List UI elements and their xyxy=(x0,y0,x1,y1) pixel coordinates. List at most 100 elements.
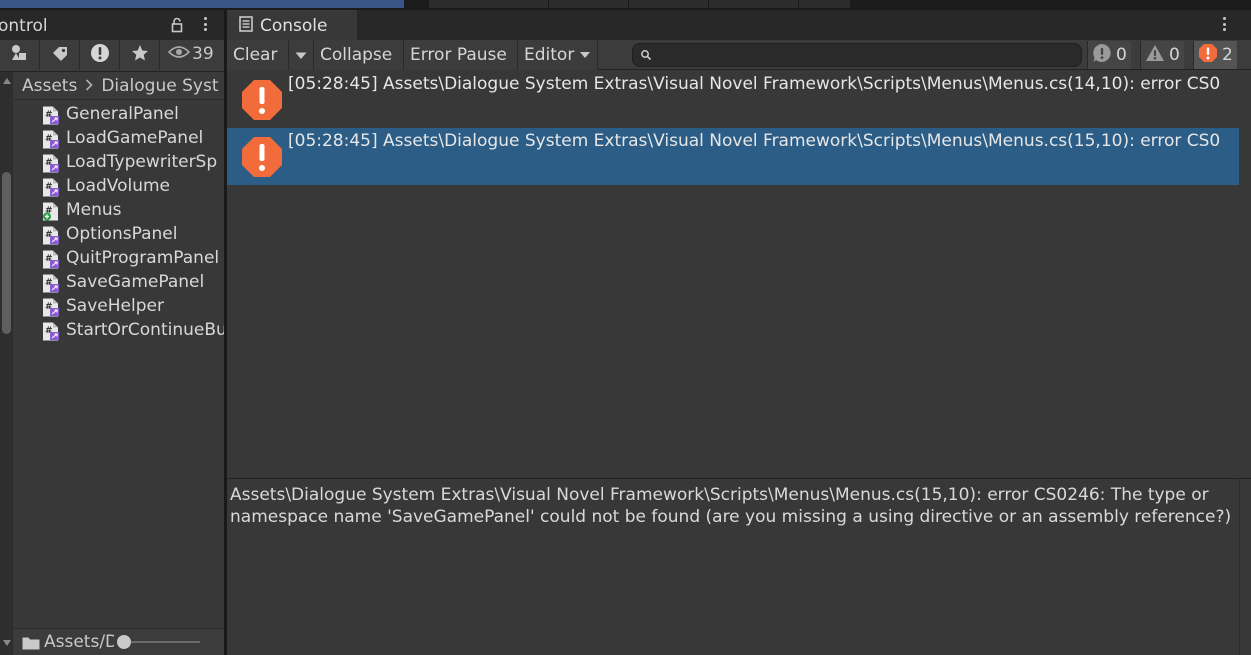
log-detail-text[interactable]: Assets\Dialogue System Extras\Visual Nov… xyxy=(230,484,1240,528)
list-item[interactable]: # GeneralPanel xyxy=(14,103,224,127)
info-count: 0 xyxy=(1116,45,1127,65)
csharp-script-icon: # xyxy=(42,178,60,197)
file-name: GeneralPanel xyxy=(66,104,179,124)
csharp-script-new-icon: # xyxy=(42,202,60,221)
list-item[interactable]: # LoadTypewriterSp xyxy=(14,151,224,175)
csharp-script-icon: # xyxy=(42,106,60,125)
project-tabbar: ontrol xyxy=(0,10,224,40)
csharp-script-icon: # xyxy=(42,154,60,173)
breadcrumb-item[interactable]: Dialogue Syst xyxy=(101,76,218,96)
file-name: Menus xyxy=(66,200,122,220)
error-icon xyxy=(1198,43,1218,68)
file-name: SaveHelper xyxy=(66,296,164,316)
editor-dropdown-label: Editor xyxy=(524,45,575,65)
icon-size-slider-knob[interactable] xyxy=(117,635,131,649)
more-options-icon[interactable] xyxy=(1217,17,1231,33)
list-item[interactable]: # LoadVolume xyxy=(14,175,224,199)
folder-icon xyxy=(22,636,40,650)
scene-tab-highlight xyxy=(0,0,404,8)
asset-file-list: # GeneralPanel # LoadGamePanel # LoadTypewrit… xyxy=(14,103,224,343)
file-name: OptionsPanel xyxy=(66,224,178,244)
project-tab-title[interactable]: ontrol xyxy=(0,16,48,36)
log-entry-text: [05:28:45] Assets\Dialogue System Extras… xyxy=(288,74,1221,94)
csharp-script-icon: # xyxy=(42,322,60,341)
more-options-icon[interactable] xyxy=(198,17,212,33)
list-item[interactable]: # Menus xyxy=(14,199,224,223)
csharp-script-icon: # xyxy=(42,274,60,293)
list-item[interactable]: # OptionsPanel xyxy=(14,223,224,247)
icon-size-slider-track[interactable] xyxy=(120,641,200,643)
list-item[interactable]: # SaveGamePanel xyxy=(14,271,224,295)
folder-tree-scrollbar[interactable] xyxy=(0,72,13,655)
hidden-packages-toggle[interactable]: 39 xyxy=(167,44,214,64)
console-icon xyxy=(239,16,253,36)
csharp-script-icon: # xyxy=(42,226,60,245)
file-name: QuitProgramPanel xyxy=(66,248,220,268)
shapes-icon xyxy=(10,44,30,66)
file-name: LoadVolume xyxy=(66,176,171,196)
log-entry[interactable]: [05:28:45] Assets\Dialogue System Extras… xyxy=(227,128,1239,185)
search-by-importlog-button[interactable] xyxy=(80,40,120,70)
scroll-down-arrow[interactable] xyxy=(3,640,11,646)
project-panel: ontrol 39 Assets Dialogue Syst # General… xyxy=(0,10,224,655)
breadcrumb: Assets Dialogue Syst xyxy=(14,72,224,100)
log-detail-pane: Assets\Dialogue System Extras\Visual Nov… xyxy=(227,478,1251,655)
top-strip-segment xyxy=(548,0,628,8)
scrollbar-thumb[interactable] xyxy=(2,172,11,334)
info-count-toggle[interactable]: 0 xyxy=(1087,41,1131,69)
search-input[interactable] xyxy=(632,43,1082,67)
chevron-right-icon xyxy=(85,76,93,96)
csharp-script-icon: # xyxy=(42,298,60,317)
lock-icon[interactable] xyxy=(170,17,184,33)
breadcrumb-item[interactable]: Assets xyxy=(22,76,77,96)
console-log-list: [05:28:45] Assets\Dialogue System Extras… xyxy=(227,71,1239,476)
log-entry-text: [05:28:45] Assets\Dialogue System Extras… xyxy=(288,131,1221,151)
warning-count: 0 xyxy=(1169,45,1180,65)
favorites-button[interactable] xyxy=(120,40,160,70)
error-icon xyxy=(241,79,283,121)
project-toolbar: 39 xyxy=(0,40,224,72)
detail-scrollbar[interactable] xyxy=(1239,479,1251,655)
csharp-script-icon: # xyxy=(42,250,60,269)
search-by-type-button[interactable] xyxy=(0,40,40,70)
console-panel: Console Clear Collapse Error Pause Edito… xyxy=(227,10,1251,655)
list-item[interactable]: # QuitProgramPanel xyxy=(14,247,224,271)
top-window-strip xyxy=(0,0,1251,10)
list-item[interactable]: # SaveHelper xyxy=(14,295,224,319)
package-count: 39 xyxy=(192,44,214,64)
search-icon xyxy=(640,49,652,61)
error-count-toggle[interactable]: 2 xyxy=(1193,41,1237,69)
scroll-up-arrow[interactable] xyxy=(3,78,11,84)
error-count: 2 xyxy=(1222,45,1233,65)
file-name: LoadTypewriterSp xyxy=(66,152,218,172)
tag-icon xyxy=(51,45,69,65)
error-pause-toggle[interactable]: Error Pause xyxy=(404,40,518,70)
list-item[interactable]: # LoadGamePanel xyxy=(14,127,224,151)
console-tabbar: Console xyxy=(227,10,1251,40)
collapse-toggle[interactable]: Collapse xyxy=(314,40,404,70)
error-icon xyxy=(241,136,283,178)
log-list-scrollbar[interactable] xyxy=(1239,71,1251,476)
top-strip-segment xyxy=(708,0,798,8)
warning-count-toggle[interactable]: 0 xyxy=(1140,41,1184,69)
top-strip-segment xyxy=(628,0,708,8)
chevron-down-icon xyxy=(295,45,307,65)
clear-button[interactable]: Clear xyxy=(227,40,289,70)
csharp-script-icon: # xyxy=(42,130,60,149)
star-icon xyxy=(131,44,149,66)
exclamation-circle-icon xyxy=(90,43,110,67)
file-name: StartOrContinueBu xyxy=(66,320,224,340)
console-tab-title: Console xyxy=(260,16,328,36)
selected-path: Assets/D xyxy=(44,632,114,652)
console-toolbar: Clear Collapse Error Pause Editor 0 0 2 xyxy=(227,40,1251,70)
file-name: SaveGamePanel xyxy=(66,272,205,292)
editor-dropdown[interactable]: Editor xyxy=(518,40,598,70)
search-by-label-button[interactable] xyxy=(40,40,80,70)
tab-console[interactable]: Console xyxy=(227,10,357,40)
eye-icon xyxy=(167,44,191,64)
warning-icon xyxy=(1145,44,1165,67)
list-item[interactable]: # StartOrContinueBu xyxy=(14,319,224,343)
top-strip-segment xyxy=(428,0,548,8)
clear-options-dropdown[interactable] xyxy=(289,40,314,70)
log-entry[interactable]: [05:28:45] Assets\Dialogue System Extras… xyxy=(227,71,1239,128)
